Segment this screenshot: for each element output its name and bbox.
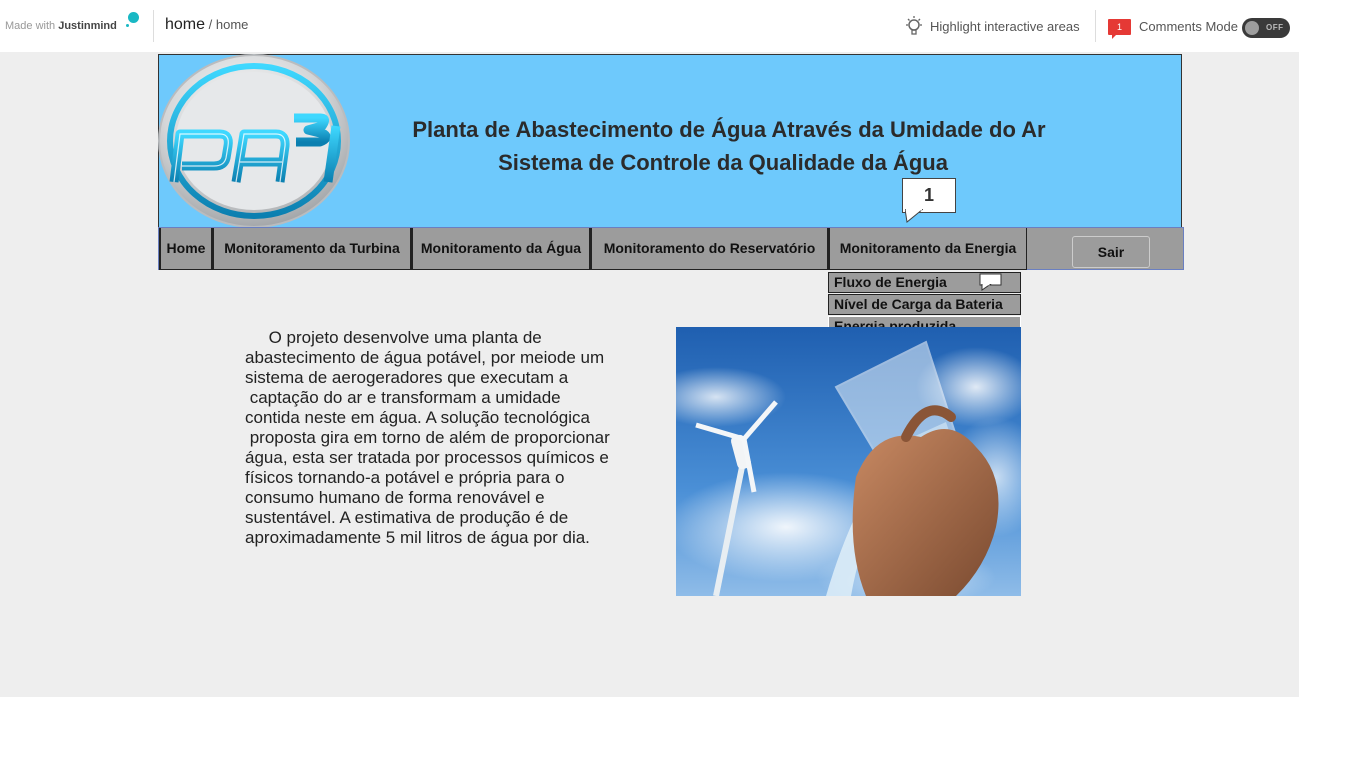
justinmind-brand: Justinmind xyxy=(58,20,117,32)
breadcrumb-subpage: home xyxy=(215,17,249,32)
comment-marker-tail xyxy=(905,209,923,223)
comment-marker[interactable]: 1 xyxy=(902,178,956,213)
nav-monitoramento-agua[interactable]: Monitoramento da Água xyxy=(411,228,590,270)
wind-turbine-water-glass-image xyxy=(676,327,1021,596)
nav-monitoramento-reservatorio[interactable]: Monitoramento do Reservatório xyxy=(590,228,828,270)
comments-mode-toggle[interactable]: OFF xyxy=(1242,18,1290,38)
prototype-toolbar: Made with Justinmind home / home Highlig… xyxy=(0,0,1366,52)
justinmind-logo-dot-icon xyxy=(128,12,139,23)
project-description: O projeto desenvolve uma planta de abast… xyxy=(245,328,610,547)
made-with-justinmind[interactable]: Made with Justinmind xyxy=(5,20,117,32)
breadcrumb-page[interactable]: home xyxy=(165,16,205,33)
nav-home[interactable]: Home xyxy=(159,228,212,270)
comments-count-badge[interactable]: 1 xyxy=(1108,19,1131,39)
toolbar-divider xyxy=(1095,10,1096,42)
comment-icon[interactable] xyxy=(979,273,1003,291)
made-with-label: Made with xyxy=(5,20,59,32)
page-title: Planta de Abastecimento de Água Através … xyxy=(412,117,1046,142)
nav-monitoramento-turbina[interactable]: Monitoramento da Turbina xyxy=(212,228,411,270)
lightbulb-icon[interactable] xyxy=(904,15,924,37)
highlight-interactive-areas-button[interactable]: Highlight interactive areas xyxy=(930,19,1080,34)
breadcrumb-separator: / xyxy=(205,17,216,32)
toolbar-divider xyxy=(153,10,154,42)
justinmind-logo-small-dot-icon xyxy=(126,24,129,27)
logout-button[interactable]: Sair xyxy=(1072,236,1150,268)
page-subtitle: Sistema de Controle da Qualidade da Água xyxy=(498,150,948,175)
toggle-state-label: OFF xyxy=(1266,23,1284,32)
nav-monitoramento-energia[interactable]: Monitoramento da Energia xyxy=(828,228,1027,270)
comments-mode-label: Comments Mode xyxy=(1139,19,1238,34)
menu-item-nivel-carga-bateria[interactable]: Nível de Carga da Bateria xyxy=(828,294,1021,315)
pa3i-logo xyxy=(158,54,350,228)
toggle-knob xyxy=(1245,21,1259,35)
breadcrumb: home / home xyxy=(165,16,248,34)
